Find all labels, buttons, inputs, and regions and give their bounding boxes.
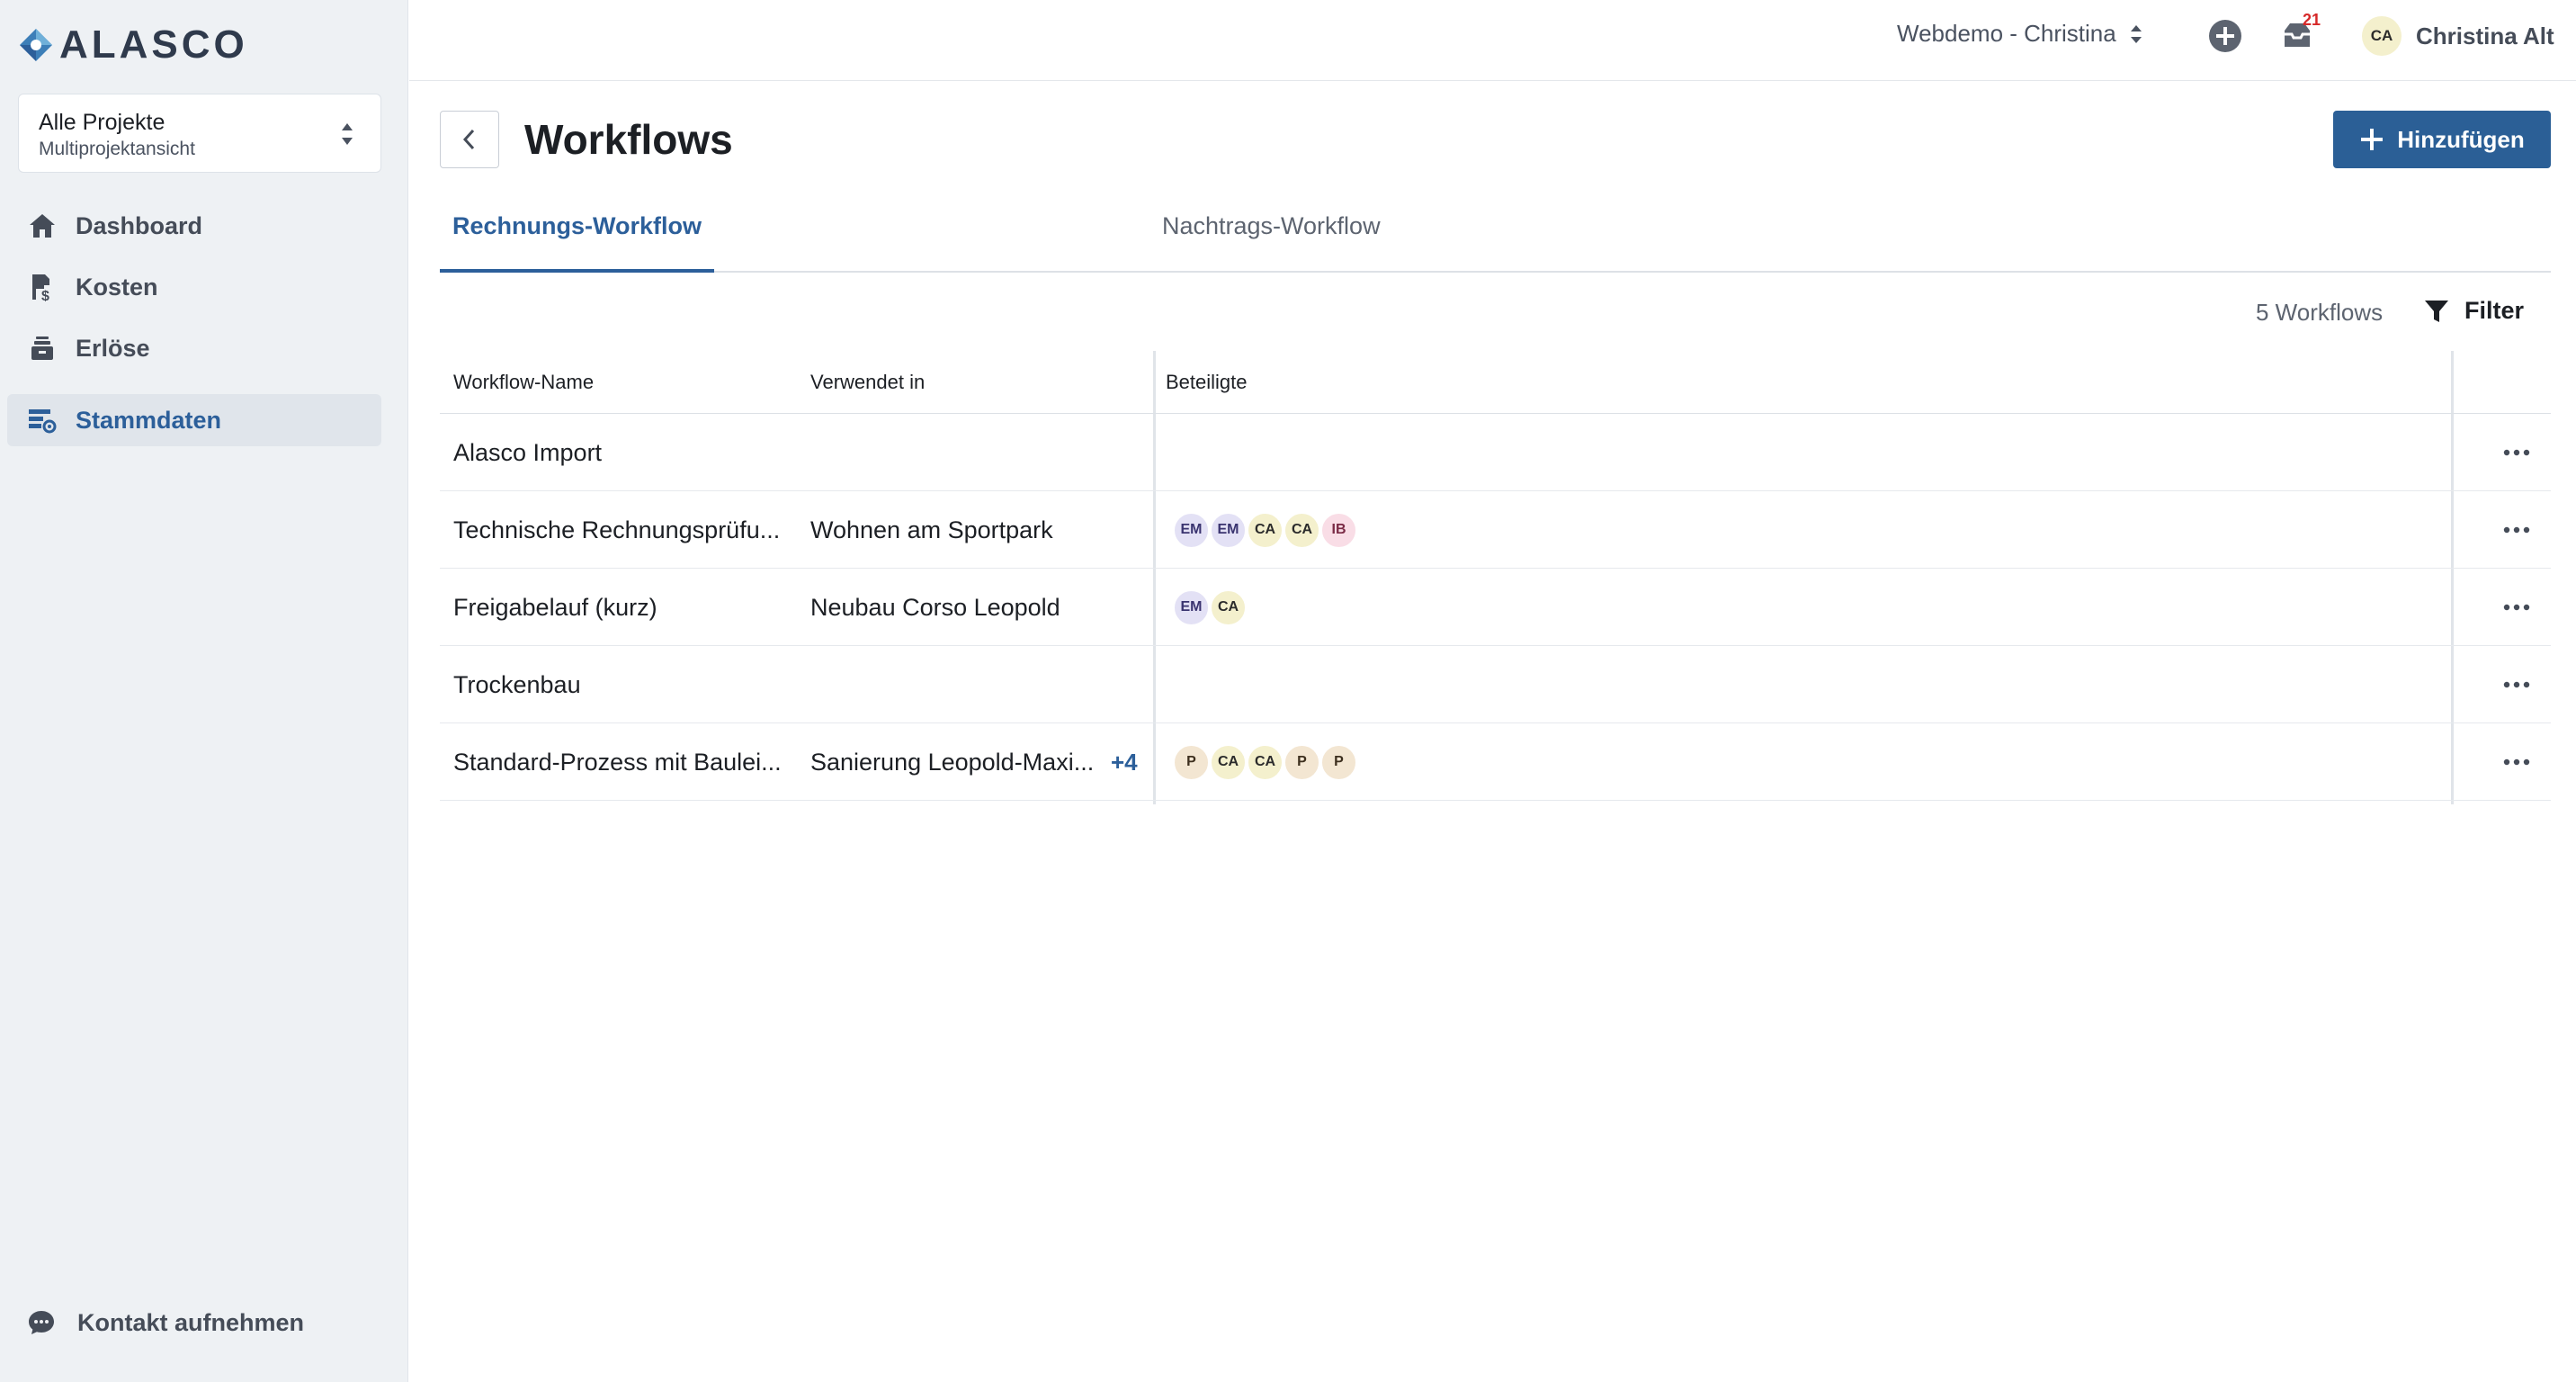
master-data-icon: [27, 405, 58, 435]
create-plus-icon[interactable]: [2207, 18, 2243, 54]
table-row[interactable]: Alasco Import: [440, 414, 2551, 491]
workflow-name: Standard-Prozess mit Baulei...: [453, 748, 782, 776]
participants: P CA CA P P: [1173, 723, 1359, 801]
row-actions-button[interactable]: [2482, 646, 2551, 723]
workflow-name: Trockenbau: [453, 670, 581, 698]
workflow-name: Alasco Import: [453, 438, 603, 466]
row-actions-button[interactable]: [2482, 414, 2551, 491]
avatar[interactable]: CA: [1247, 511, 1284, 549]
workflow-count: 5 Workflows: [2256, 299, 2384, 326]
more-horizontal-icon: [2503, 758, 2529, 766]
row-actions-button[interactable]: [2482, 569, 2551, 646]
avatar[interactable]: EM: [1173, 588, 1210, 626]
sidebar-item-stammdaten[interactable]: Stammdaten: [7, 394, 381, 446]
logo-text: ALASCO: [59, 22, 248, 67]
project-subtitle: Multiprojektansicht: [39, 139, 195, 159]
column-header-name[interactable]: Workflow-Name: [453, 371, 594, 394]
contact-label: Kontakt aufnehmen: [77, 1308, 305, 1336]
more-horizontal-icon: [2503, 526, 2529, 534]
user-name: Christina Alt: [2416, 22, 2554, 49]
avatar[interactable]: CA: [1247, 743, 1284, 781]
filter-button[interactable]: Filter: [2423, 297, 2524, 325]
sidebar-item-label: Kosten: [76, 273, 158, 301]
updown-chevron-icon: [342, 123, 353, 145]
participants: EM CA: [1173, 569, 1248, 646]
participants: EM EM CA CA IB: [1173, 491, 1359, 569]
filter-label: Filter: [2464, 297, 2525, 324]
sidebar-item-label: Stammdaten: [76, 406, 222, 434]
table-row[interactable]: Standard-Prozess mit Baulei... Sanierung …: [440, 723, 2551, 801]
used-in-project: Sanierung Leopold-Maxi...: [810, 748, 1095, 776]
avatar[interactable]: CA: [1284, 511, 1320, 549]
row-actions-button[interactable]: [2482, 491, 2551, 569]
sidebar-item-dashboard[interactable]: Dashboard: [7, 200, 381, 252]
table-row[interactable]: Freigabelauf (kurz) Neubau Corso Leopold E…: [440, 569, 2551, 646]
tab-rechnungs-workflow[interactable]: Rechnungs-Workflow: [440, 200, 715, 273]
avatar[interactable]: EM: [1210, 511, 1247, 549]
avatar: CA: [2362, 16, 2402, 56]
sidebar: ALASCO Alle Projekte Multiprojektansicht…: [0, 0, 408, 1382]
user-menu[interactable]: CA Christina Alt: [2362, 16, 2554, 56]
avatar[interactable]: CA: [1210, 588, 1247, 626]
workflow-name: Freigabelauf (kurz): [453, 593, 657, 621]
used-in-project: Neubau Corso Leopold: [810, 593, 1060, 621]
used-in-project: Wohnen am Sportpark: [810, 516, 1053, 543]
table-header: Workflow-Name Verwendet in Beteiligte: [440, 351, 2551, 414]
table-row[interactable]: Technische Rechnungsprüfu... Wohnen am Sp…: [440, 491, 2551, 569]
avatar[interactable]: EM: [1173, 511, 1210, 549]
avatar[interactable]: IB: [1320, 511, 1357, 549]
add-workflow-button[interactable]: Hinzufügen: [2333, 111, 2551, 168]
sidebar-item-label: Dashboard: [76, 211, 203, 239]
column-header-participants[interactable]: Beteiligte: [1166, 371, 1248, 394]
avatar[interactable]: CA: [1210, 743, 1247, 781]
more-horizontal-icon: [2503, 681, 2529, 688]
home-icon: [27, 211, 58, 241]
sidebar-item-label: Erlöse: [76, 334, 150, 362]
plus-icon: [2361, 129, 2384, 150]
row-actions-button[interactable]: [2482, 723, 2551, 801]
tab-nachtrags-workflow[interactable]: Nachtrags-Workflow: [1149, 200, 1393, 273]
chevron-left-icon: [462, 129, 475, 150]
column-header-used-in[interactable]: Verwendet in: [810, 371, 925, 394]
filter-icon: [2425, 300, 2448, 322]
table-row[interactable]: Trockenbau: [440, 646, 2551, 723]
svg-text:$: $: [41, 289, 49, 301]
sidebar-item-kosten[interactable]: $ Kosten: [7, 261, 381, 313]
project-selector[interactable]: Alle Projekte Multiprojektansicht: [18, 94, 381, 173]
topbar: Webdemo - Christina 21 CA Christina Alt: [409, 0, 2576, 81]
logo-mark-icon: [20, 29, 52, 61]
workflow-tabs: Rechnungs-Workflow Nachtrags-Workflow: [440, 200, 2551, 273]
updown-chevron-icon: [2130, 24, 2142, 43]
more-horizontal-icon: [2503, 449, 2529, 456]
avatar[interactable]: P: [1320, 743, 1357, 781]
more-horizontal-icon: [2503, 604, 2529, 611]
more-projects-count[interactable]: +4: [1111, 723, 1138, 801]
sidebar-item-erloese[interactable]: Erlöse: [7, 322, 381, 374]
inbox-count-badge: 21: [2303, 11, 2321, 29]
table-body: Alasco Import Technische Rechnungsprüfu..…: [440, 414, 2551, 801]
alasco-logo[interactable]: ALASCO: [18, 25, 248, 65]
back-button[interactable]: [440, 111, 499, 168]
organization-switcher[interactable]: Webdemo - Christina: [1897, 20, 2143, 48]
project-name: Alle Projekte: [39, 110, 165, 135]
workflow-table: Workflow-Name Verwendet in Beteiligte Al…: [440, 351, 2551, 804]
organization-name: Webdemo - Christina: [1897, 20, 2116, 47]
sidebar-nav: Dashboard $ Kosten Erlöse Stammdaten: [7, 200, 381, 455]
add-button-label: Hinzufügen: [2397, 125, 2525, 153]
chat-icon: [29, 1311, 54, 1334]
workflow-name: Technische Rechnungsprüfu...: [453, 516, 781, 543]
revenue-icon: [27, 333, 58, 363]
contact-button[interactable]: Kontakt aufnehmen: [27, 1308, 304, 1337]
avatar[interactable]: P: [1284, 743, 1320, 781]
avatar[interactable]: P: [1173, 743, 1210, 781]
page-title: Workflows: [524, 116, 733, 163]
cost-icon: $: [27, 272, 58, 302]
